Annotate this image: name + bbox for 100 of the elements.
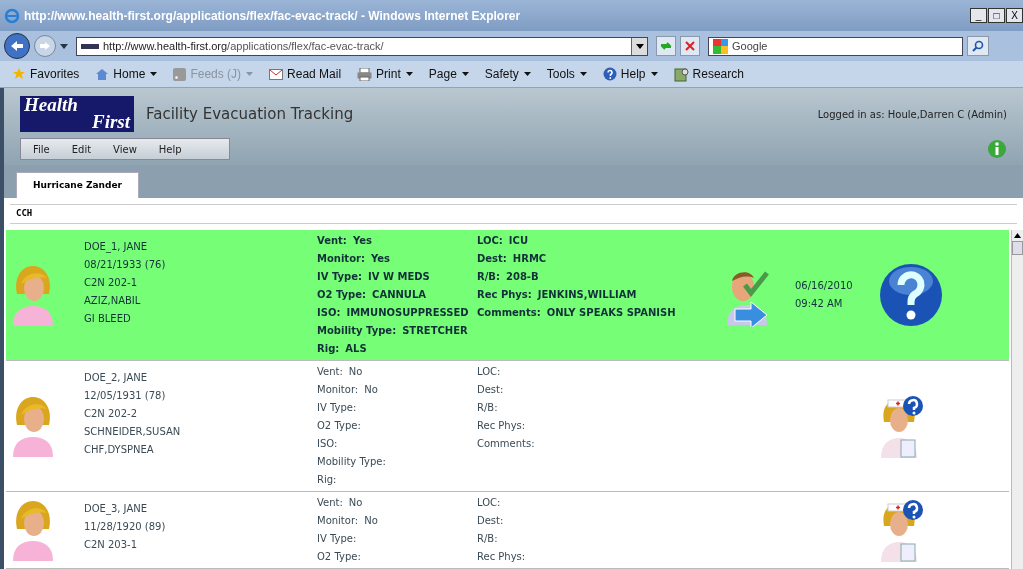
toolbar-button[interactable]: Page — [428, 65, 469, 83]
forward-button[interactable] — [34, 35, 56, 57]
field-label: O2 Type: — [317, 288, 367, 302]
app-title: Facility Evacuation Tracking — [146, 103, 354, 125]
field-value: JENKINS,WILLIAM — [537, 288, 637, 302]
patient-info-text: 11/28/1920 (89) — [84, 520, 167, 534]
field-label: IV Type: — [317, 532, 357, 546]
field-label: Mobility Type: — [317, 455, 386, 469]
field-label: Monitor: — [317, 252, 365, 266]
caret-icon — [405, 72, 413, 76]
patient-info-text: SCHNEIDER,SUSAN — [84, 425, 182, 439]
menu-item[interactable]: Help — [158, 141, 182, 157]
info-icon — [987, 139, 1007, 159]
login-status: Logged in as: Houle,Darren C (Admin) — [817, 107, 1007, 122]
search-button[interactable] — [967, 36, 989, 56]
field-label: R/B: — [477, 401, 498, 415]
help-icon — [602, 67, 617, 81]
scroll-thumb[interactable] — [1012, 241, 1023, 255]
caret-icon — [60, 43, 68, 49]
window-control-button[interactable]: □ — [988, 8, 1005, 23]
refresh-button[interactable] — [656, 36, 676, 56]
window-control-button[interactable]: X — [1006, 8, 1023, 23]
menu-item[interactable]: Edit — [71, 141, 92, 157]
toolbar-button[interactable]: Research — [692, 65, 744, 83]
patient-info-text: CHF,DYSPNEA — [84, 443, 155, 457]
field-value: HRMC — [512, 252, 547, 266]
field-label: Rec Phys: — [477, 419, 526, 433]
field-label: O2 Type: — [317, 419, 361, 433]
menu-item[interactable]: View — [113, 141, 137, 157]
menu-item[interactable]: File — [33, 141, 50, 157]
field-label: Mobility Type: — [317, 324, 397, 338]
patient-info-text: DOE_2, JANE — [84, 371, 149, 386]
field-label: Vent: — [317, 365, 343, 379]
toolbar-button[interactable]: Tools — [546, 65, 587, 83]
time-text: 09:42 AM — [795, 297, 844, 311]
field-value: IV W MEDS — [368, 270, 430, 284]
field-label: Dest: — [477, 514, 504, 528]
toolbar-button[interactable]: Home — [113, 65, 158, 83]
field-value: ONLY SPEAKS SPANISH — [546, 306, 676, 320]
patient-info-text: 08/21/1933 (76) — [84, 258, 167, 272]
field-label: ISO: — [317, 306, 341, 320]
search-field[interactable]: Google — [708, 36, 963, 56]
caret-icon — [523, 72, 531, 76]
field-label: Dest: — [477, 252, 507, 266]
field-label: IV Type: — [317, 401, 357, 415]
url-text: http://www.health-first.org/applications/flex/fac-evac-track/ — [103, 38, 384, 54]
patient-info-text: C2N 203-1 — [84, 538, 139, 552]
patient-info-text: DOE_3, JANE — [84, 502, 149, 517]
field-value: ALS — [345, 342, 367, 356]
patient-info-text: AZIZ,NABIL — [84, 294, 142, 308]
field-label: LOC: — [477, 234, 503, 248]
section-header: CCH — [10, 204, 1017, 224]
field-label: LOC: — [477, 365, 501, 379]
address-field[interactable]: http://www.health-first.org/applications/flex/fac-evac-track/ — [76, 36, 648, 56]
field-label: Dest: — [477, 383, 504, 397]
field-value: No — [348, 496, 363, 510]
toolbar-button[interactable]: Print — [376, 65, 413, 83]
patient-row[interactable] — [6, 230, 1009, 361]
patient-info-text: C2N 202-2 — [84, 407, 139, 421]
field-value: No — [364, 514, 378, 528]
field-label: R/B: — [477, 532, 498, 546]
close-icon — [685, 41, 695, 51]
field-label: IV Type: — [317, 270, 363, 284]
patient-info-text: GI BLEED — [84, 312, 132, 326]
caret-icon — [650, 72, 658, 76]
field-value: Yes — [370, 252, 390, 266]
field-label: ISO: — [317, 437, 338, 451]
stop-button[interactable] — [680, 36, 700, 56]
field-label: Vent: — [317, 234, 347, 248]
field-value: CANNULA — [372, 288, 427, 302]
field-label: Comments: — [477, 437, 535, 451]
caret-icon — [150, 72, 158, 76]
search-input[interactable]: Google — [732, 37, 932, 55]
scroll-up-icon — [1012, 230, 1023, 241]
field-value: No — [348, 365, 363, 379]
feed-icon — [173, 67, 187, 81]
toolbar-button[interactable]: Read Mail — [287, 65, 342, 83]
field-label: R/B: — [477, 270, 500, 284]
caret-icon — [246, 72, 254, 76]
caret-icon — [461, 72, 469, 76]
star-icon — [12, 67, 26, 81]
toolbar-button[interactable]: Favorites — [30, 65, 80, 83]
search-engine-icon — [713, 38, 728, 54]
field-label: O2 Type: — [317, 550, 361, 564]
field-label: Rec Phys: — [477, 550, 526, 564]
toolbar-button[interactable]: Safety — [484, 65, 531, 83]
tab[interactable]: Hurricane Zander — [16, 172, 139, 198]
window-control-button[interactable]: _ — [970, 8, 987, 23]
patient-info-text: DOE_1, JANE — [84, 240, 149, 255]
patient-info-text: C2N 202-1 — [84, 276, 139, 290]
logo: Health First — [20, 96, 134, 132]
book-icon — [673, 66, 689, 82]
back-button[interactable] — [4, 33, 30, 59]
envelope-icon — [269, 68, 284, 80]
caret-icon — [579, 72, 587, 76]
toolbar-button[interactable]: Help — [620, 65, 658, 83]
scrollbar[interactable] — [1011, 230, 1023, 569]
right-arrow-icon — [39, 41, 51, 51]
field-label: Rig: — [317, 342, 340, 356]
help-icon — [879, 263, 943, 327]
